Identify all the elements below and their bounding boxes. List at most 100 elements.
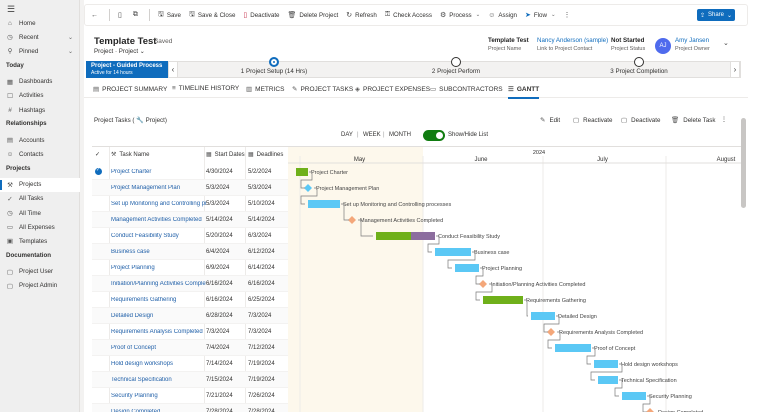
tab-project-expenses[interactable]: ◈ PROJECT EXPENSES — [355, 85, 430, 94]
row-select-checkbox[interactable] — [95, 328, 102, 335]
column-header-start-dates[interactable]: ▦ Start Dates — [206, 151, 245, 159]
record-set-button[interactable]: ▯ — [118, 11, 125, 19]
table-row[interactable]: Project Charter4/30/2024 5/2/2024 — [92, 164, 288, 180]
task-name-link[interactable]: Hold design workshops — [111, 361, 206, 367]
row-select-checkbox[interactable] — [95, 232, 102, 239]
task-name-link[interactable]: Security Planning — [111, 393, 206, 399]
task-name-link[interactable]: Requirements Gathering — [111, 297, 206, 303]
tab-timeline-history[interactable]: ≡ TIMELINE HISTORY — [172, 85, 239, 92]
assign-button[interactable]: ☺ Assign — [488, 12, 517, 19]
tab-metrics[interactable]: ▥ METRICS — [246, 85, 284, 94]
sidebar-item-activities[interactable]: ☐ Activities — [0, 89, 80, 103]
row-select-checkbox[interactable] — [95, 312, 102, 319]
task-name-link[interactable]: Set up Monitoring and Controlling proces… — [111, 201, 206, 207]
scale-week-button[interactable]: WEEK — [363, 132, 381, 138]
share-button[interactable]: ⇪ Share ⌄ — [697, 9, 735, 21]
sidebar-item-contacts[interactable]: ☺ Contacts — [0, 147, 80, 161]
sidebar-item-recent[interactable]: ◷ Recent ⌄ — [0, 30, 80, 44]
process-flag[interactable]: Project - Guided Process Active for 14 h… — [86, 61, 172, 78]
table-row[interactable]: Initiation/Planning Activities Completed… — [92, 276, 288, 292]
stage-next-button[interactable]: › — [730, 61, 740, 78]
back-button[interactable]: ← — [91, 12, 101, 19]
task-name-link[interactable]: Detailed Design — [111, 313, 206, 319]
sidebar-item-all-expenses[interactable]: ▭ All Expenses — [0, 220, 80, 234]
sidebar-item-templates[interactable]: ▣ Templates — [0, 234, 80, 248]
stage-project-setup[interactable]: 1 Project Setup (14 Hrs) — [234, 57, 314, 75]
table-row[interactable]: Project Management Plan 5/3/2024 5/3/2024 — [92, 180, 288, 196]
tab-subcontractors[interactable]: ▭ SUBCONTRACTORS — [430, 85, 503, 94]
open-new-window-button[interactable]: ⧉ — [133, 11, 141, 19]
header-expand-chevron-icon[interactable]: ⌄ — [723, 39, 729, 47]
check-access-button[interactable]: ⚿ Check Access — [385, 11, 432, 19]
table-row[interactable]: Hold design workshops 7/14/2024 7/19/2024 — [92, 356, 288, 372]
row-select-checkbox[interactable] — [95, 408, 102, 412]
table-row[interactable]: Management Activities Completed 5/14/2024… — [92, 212, 288, 228]
row-select-checkbox[interactable] — [95, 280, 102, 287]
tab-gantt[interactable]: ☰ GANTT — [508, 85, 540, 99]
table-row[interactable]: Project Planning 6/9/2024 6/14/2024 — [92, 260, 288, 276]
reactivate-task-button[interactable]: ▢ Reactivate — [573, 116, 612, 125]
column-header-task-name[interactable]: ⚒ Task Name — [111, 151, 149, 159]
table-row[interactable]: Set up Monitoring and Controlling proces… — [92, 196, 288, 212]
save-button[interactable]: 🖫 Save — [158, 10, 181, 21]
sidebar-item-project-admin[interactable]: ▢ Project Admin — [0, 279, 80, 293]
row-select-checkbox[interactable] — [95, 392, 102, 399]
row-select-checkbox[interactable] — [95, 200, 102, 207]
refresh-button[interactable]: ↻ Refresh — [346, 11, 377, 20]
delete-project-button[interactable]: 🗑 Delete Project — [288, 11, 339, 20]
task-name-link[interactable]: Proof of Concept — [111, 345, 206, 351]
task-name-link[interactable]: Conduct Feasibility Study — [111, 233, 206, 239]
flow-button[interactable]: ➤ Flow ⌄ — [525, 11, 556, 20]
table-row[interactable]: Detailed Design 6/28/2024 7/3/2024 — [92, 308, 288, 324]
row-select-checkbox[interactable] — [95, 344, 102, 351]
row-select-checkbox[interactable] — [95, 216, 102, 223]
task-name-link[interactable]: Technical Specification — [111, 377, 206, 383]
table-row[interactable]: Requirements Gathering 6/16/2024 6/25/2024 — [92, 292, 288, 308]
more-commands-button[interactable]: ⋮ — [564, 11, 574, 19]
stage-project-completion[interactable]: 3 Project Completion — [594, 57, 684, 75]
form-selector[interactable]: Project ⌄ — [119, 48, 145, 55]
task-name-link[interactable]: Requirements Analysis Completed — [111, 329, 206, 335]
scale-day-button[interactable]: DAY — [341, 132, 353, 138]
row-select-checkbox[interactable] — [95, 184, 102, 191]
row-select-checkbox[interactable] — [95, 360, 102, 367]
sidebar-item-hashtags[interactable]: # Hashtags — [0, 103, 80, 117]
task-name-link[interactable]: Project Management Plan — [111, 185, 206, 191]
sidebar-item-home[interactable]: ⌂ Home — [0, 16, 80, 30]
task-name-link[interactable]: Initiation/Planning Activities Completed — [111, 281, 206, 287]
row-select-checkbox[interactable] — [95, 296, 102, 303]
tab-project-summary[interactable]: ▤ PROJECT SUMMARY — [93, 85, 167, 94]
row-select-checkbox[interactable] — [95, 248, 102, 255]
row-select-checkbox[interactable] — [95, 167, 102, 175]
table-row[interactable]: Conduct Feasibility Study 5/20/2024 6/3/20… — [92, 228, 288, 244]
tab-project-tasks[interactable]: ✎ PROJECT TASKS — [292, 85, 353, 94]
sidebar-item-all-tasks[interactable]: ✓ All Tasks — [0, 192, 80, 206]
hamburger-menu-icon[interactable]: ☰ — [7, 4, 15, 15]
stage-project-perform[interactable]: 2 Project Perform — [416, 57, 496, 75]
task-name-link[interactable]: Project Planning — [111, 265, 206, 271]
sidebar-item-all-time[interactable]: ◷ All Time — [0, 206, 80, 220]
select-all-checkbox[interactable]: ✓ — [95, 151, 100, 158]
sidebar-item-pinned[interactable]: ⚲ Pinned ⌄ — [0, 44, 80, 58]
delete-task-button[interactable]: 🗑 Delete Task — [671, 116, 715, 125]
header-value[interactable]: Amy Jansen — [675, 37, 710, 44]
table-row[interactable]: Proof of Concept 7/4/2024 7/12/2024 — [92, 340, 288, 356]
vertical-scrollbar[interactable] — [741, 118, 746, 208]
table-row[interactable]: Requirements Analysis Completed 7/3/2024 7… — [92, 324, 288, 340]
row-select-checkbox[interactable] — [95, 376, 102, 383]
deactivate-button[interactable]: ▯ Deactivate — [243, 11, 279, 20]
task-name-link[interactable]: Project Charter — [111, 169, 206, 175]
header-project-contact[interactable]: Nancy Anderson (sample) Link to Project … — [537, 37, 608, 52]
task-name-link[interactable]: Management Activities Completed — [111, 217, 206, 223]
header-value[interactable]: Nancy Anderson (sample) — [537, 37, 608, 44]
table-row[interactable]: Design Completed 7/28/2024 7/28/2024 — [92, 404, 288, 412]
sidebar-item-accounts[interactable]: ▤ Accounts — [0, 133, 80, 147]
header-project-owner[interactable]: Amy Jansen Project Owner — [675, 37, 710, 52]
save-close-button[interactable]: 🖫 Save & Close — [189, 10, 235, 21]
table-row[interactable]: Business case 6/4/2024 6/12/2024 — [92, 244, 288, 260]
row-select-checkbox[interactable] — [95, 264, 102, 271]
table-row[interactable]: Security Planning 7/21/2024 7/26/2024 — [92, 388, 288, 404]
scale-month-button[interactable]: MONTH — [389, 132, 411, 138]
table-row[interactable]: Technical Specification 7/15/2024 7/19/202… — [92, 372, 288, 388]
more-actions-button[interactable]: ⋮ — [721, 116, 727, 123]
